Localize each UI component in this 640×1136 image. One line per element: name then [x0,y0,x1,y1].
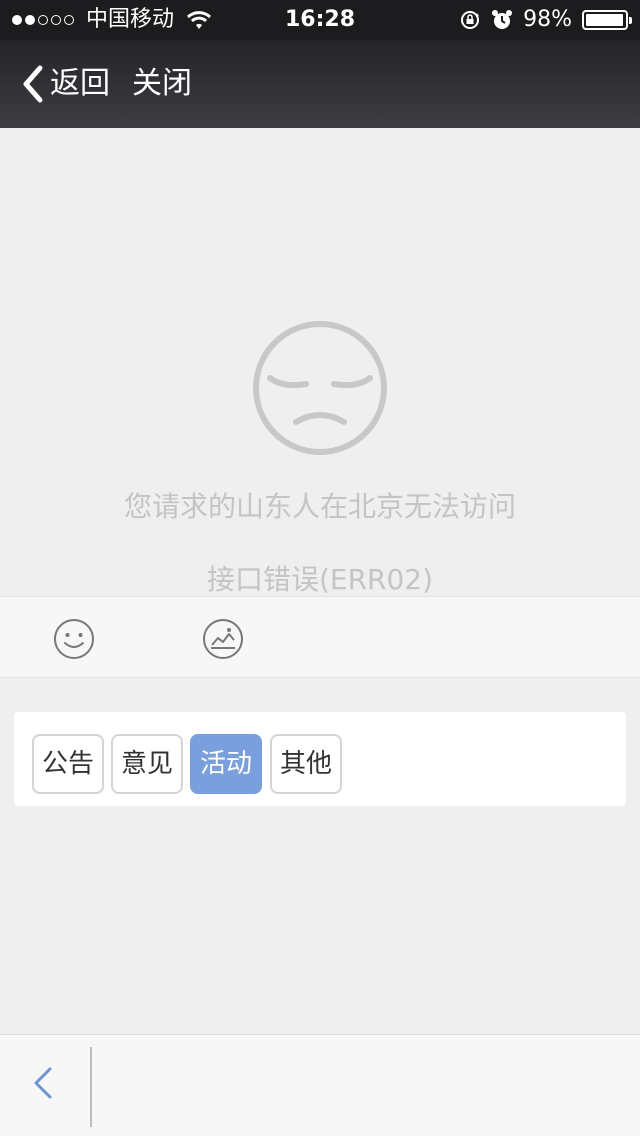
sad-face-icon [253,321,387,455]
nav-bar: 返回 关闭 [0,40,640,128]
chevron-left-icon[interactable] [26,1063,60,1103]
battery-fill [586,14,624,26]
divider [90,1047,92,1127]
back-label: 返回 [50,66,110,101]
error-message: 您请求的山东人在北京无法访问 [123,490,516,523]
bottom-bar [0,1034,640,1136]
tag-activity[interactable]: 活动 [190,734,262,794]
emoji-icon[interactable] [52,617,96,661]
chevron-left-icon [23,65,43,103]
battery-percent: 98% [523,7,572,32]
status-bar: 中国移动 16:28 98% [0,0,640,40]
tag-announcement[interactable]: 公告 [32,734,104,794]
battery-icon [582,10,632,30]
image-icon[interactable] [201,617,245,661]
error-view: 您请求的山东人在北京无法访问 接口错误(ERR02) [0,128,640,596]
tag-other[interactable]: 其他 [270,734,342,794]
status-right: 98% [459,6,632,34]
error-code: 接口错误(ERR02) [206,563,434,596]
category-panel: 公告 意见 活动 其他 [14,712,626,806]
tag-feedback[interactable]: 意见 [111,734,183,794]
input-toolbar [0,596,640,678]
alarm-icon [492,10,513,29]
close-button[interactable]: 关闭 [132,60,192,108]
rotation-lock-icon [461,11,480,29]
back-button[interactable]: 返回 [20,60,110,108]
